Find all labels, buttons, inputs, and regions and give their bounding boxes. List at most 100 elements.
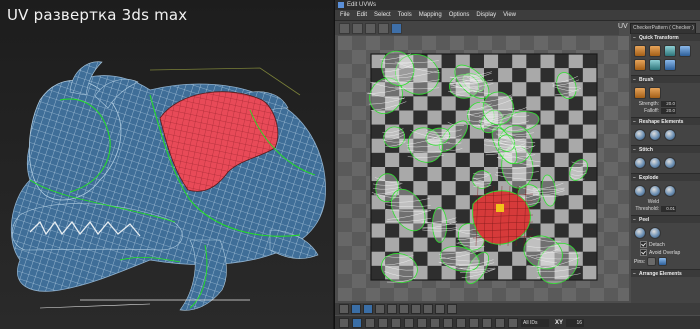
explode-icon[interactable] bbox=[649, 185, 661, 197]
rollout-brush[interactable]: − Brush bbox=[631, 75, 700, 83]
window-title: Edit UVWs bbox=[347, 2, 377, 8]
element-mode-button[interactable] bbox=[375, 304, 385, 314]
rotate-tool-button[interactable] bbox=[352, 22, 363, 34]
menu-bar: File Edit Select Tools Mapping Options D… bbox=[335, 10, 700, 21]
rollout-title: Arrange Elements bbox=[639, 270, 682, 277]
uv-layout bbox=[338, 36, 629, 301]
settings-icon[interactable] bbox=[508, 317, 518, 328]
menu-view[interactable]: View bbox=[503, 12, 516, 18]
polygon-mode-button[interactable] bbox=[363, 304, 373, 314]
zoom-region-icon[interactable] bbox=[495, 317, 505, 328]
relax-settings-icon[interactable] bbox=[664, 129, 676, 141]
menu-edit[interactable]: Edit bbox=[357, 12, 367, 18]
edge-mode-button[interactable] bbox=[351, 304, 361, 314]
rollout-title: Reshape Elements bbox=[639, 118, 684, 125]
relax-icon[interactable] bbox=[649, 129, 661, 141]
stitch-source-icon[interactable] bbox=[664, 157, 676, 169]
rollout-peel[interactable]: − Peel bbox=[631, 215, 700, 223]
pin-icon[interactable] bbox=[647, 257, 657, 266]
dragon-model-render bbox=[10, 61, 326, 311]
grow-selection-button[interactable] bbox=[387, 304, 397, 314]
flatten-icon[interactable] bbox=[664, 185, 676, 197]
peel-mode-icon[interactable] bbox=[649, 227, 661, 239]
zoom-field[interactable]: 16 bbox=[566, 318, 585, 327]
unpin-icon[interactable] bbox=[658, 257, 668, 266]
straighten-icon[interactable] bbox=[634, 129, 646, 141]
rollout-title: Peel bbox=[639, 216, 650, 223]
edge-snap-icon[interactable] bbox=[404, 317, 414, 328]
menu-select[interactable]: Select bbox=[374, 12, 391, 18]
menu-display[interactable]: Display bbox=[476, 12, 496, 18]
rollout-title: Explode bbox=[639, 174, 659, 181]
detach-label: Detach bbox=[649, 241, 665, 248]
rollout-title: Stitch bbox=[639, 146, 653, 153]
snap-icon[interactable] bbox=[365, 317, 375, 328]
zoom-icon[interactable] bbox=[482, 317, 492, 328]
selection-toolbar bbox=[335, 303, 700, 315]
rollout-title: Brush bbox=[639, 76, 654, 83]
lock-icon[interactable] bbox=[339, 317, 349, 328]
soft-selection-button[interactable] bbox=[435, 304, 445, 314]
vertex-snap-icon[interactable] bbox=[391, 317, 401, 328]
strength-field[interactable]: 20.0 bbox=[661, 101, 676, 107]
menu-file[interactable]: File bbox=[340, 12, 350, 18]
uv-editor-canvas[interactable] bbox=[338, 36, 629, 301]
detach-checkbox[interactable] bbox=[640, 241, 647, 248]
strength-label: Strength: bbox=[638, 101, 659, 107]
align-horizontal-icon[interactable] bbox=[679, 45, 691, 57]
relax-brush-icon[interactable] bbox=[649, 87, 661, 99]
menu-tools[interactable]: Tools bbox=[398, 12, 412, 18]
filter-icon[interactable] bbox=[430, 317, 440, 328]
freeform-tool-button[interactable] bbox=[378, 22, 389, 34]
align-v-icon[interactable] bbox=[649, 45, 661, 57]
max-app-icon bbox=[338, 2, 344, 8]
move-tool-button[interactable] bbox=[339, 22, 350, 34]
align-u-icon[interactable] bbox=[634, 45, 646, 57]
space-vertical-icon[interactable] bbox=[649, 59, 661, 71]
stitch-target-icon[interactable] bbox=[634, 157, 646, 169]
xy-label: XY bbox=[555, 319, 564, 326]
pins-label: Pins: bbox=[634, 258, 646, 265]
avoid-overlap-checkbox[interactable] bbox=[640, 249, 647, 256]
menu-options[interactable]: Options bbox=[449, 12, 470, 18]
ring-button[interactable] bbox=[423, 304, 433, 314]
pixel-snap-icon[interactable] bbox=[417, 317, 427, 328]
rollout-explode[interactable]: − Explode bbox=[631, 173, 700, 181]
loop-button[interactable] bbox=[411, 304, 421, 314]
pan-icon[interactable] bbox=[469, 317, 479, 328]
home-icon[interactable] bbox=[456, 317, 466, 328]
align-vertical-icon[interactable] bbox=[664, 59, 676, 71]
threshold-field[interactable]: 0.01 bbox=[661, 206, 676, 212]
shrink-selection-button[interactable] bbox=[399, 304, 409, 314]
falloff-label: Falloff: bbox=[644, 108, 659, 114]
linear-align-icon[interactable] bbox=[664, 45, 676, 57]
edit-uvws-window: Edit UVWs File Edit Select Tools Mapping… bbox=[334, 0, 700, 329]
rollout-stitch[interactable]: − Stitch bbox=[631, 145, 700, 153]
uv-channel-label: UV bbox=[618, 23, 628, 30]
rollout-reshape[interactable]: − Reshape Elements bbox=[631, 117, 700, 125]
rollout-quick-transform[interactable]: − Quick Transform bbox=[631, 33, 700, 41]
space-horizontal-icon[interactable] bbox=[634, 59, 646, 71]
rollout-arrange[interactable]: − Arrange Elements bbox=[631, 269, 700, 277]
weld-label: Weld bbox=[647, 199, 659, 205]
mirror-tool-button[interactable] bbox=[391, 22, 402, 34]
threshold-label: Threshold: bbox=[635, 206, 659, 212]
vertex-mode-button[interactable] bbox=[339, 304, 349, 314]
chain-icon[interactable] bbox=[443, 317, 453, 328]
viewport-caption: UV развертка 3ds max bbox=[7, 6, 188, 24]
pin-button[interactable] bbox=[447, 304, 457, 314]
scale-tool-button[interactable] bbox=[365, 22, 376, 34]
rollout-title: Quick Transform bbox=[639, 34, 679, 41]
grid-snap-icon[interactable] bbox=[378, 317, 388, 328]
tools-panel: − Quick Transform − Brush Strength: 20.0 Fa… bbox=[631, 33, 700, 303]
menu-mapping[interactable]: Mapping bbox=[419, 12, 442, 18]
id-filter-dropdown[interactable]: All IDs bbox=[521, 318, 549, 327]
paint-move-icon[interactable] bbox=[634, 87, 646, 99]
break-icon[interactable] bbox=[634, 185, 646, 197]
window-titlebar[interactable]: Edit UVWs bbox=[335, 0, 700, 10]
perspective-viewport[interactable]: UV развертка 3ds max bbox=[0, 0, 333, 329]
stitch-average-icon[interactable] bbox=[649, 157, 661, 169]
absolute-mode-icon[interactable] bbox=[352, 317, 362, 328]
falloff-field[interactable]: 20.0 bbox=[661, 108, 676, 114]
quick-peel-icon[interactable] bbox=[634, 227, 646, 239]
